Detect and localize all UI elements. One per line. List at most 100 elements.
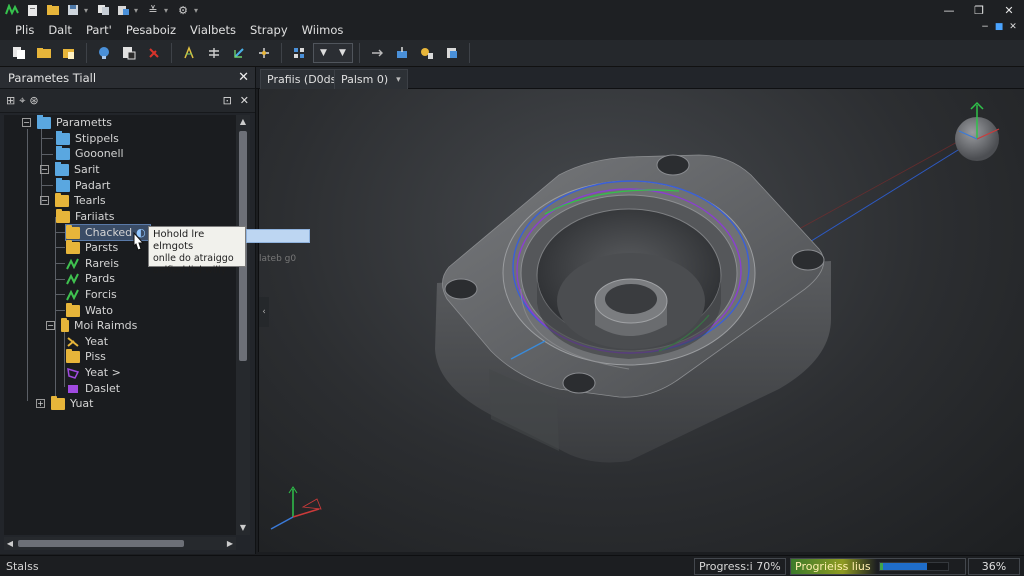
progress-panel: Progrieiss lius <box>790 558 966 575</box>
tree-item[interactable]: Wato <box>66 302 113 318</box>
tree-item[interactable]: Parsts <box>66 239 118 255</box>
scrollbar-thumb[interactable] <box>18 540 184 547</box>
open-icon[interactable] <box>33 42 55 64</box>
axis-tool-icon[interactable] <box>228 42 250 64</box>
cut-icon[interactable] <box>143 42 165 64</box>
menu-item-windows[interactable]: Wiimos <box>295 23 351 37</box>
layers-icon[interactable]: ⊛ <box>29 94 38 108</box>
tree-item-label: Forcis <box>85 288 117 301</box>
collapse-icon[interactable]: − <box>46 321 55 330</box>
new-file-icon[interactable] <box>24 2 42 18</box>
toolbar-separator <box>86 43 87 63</box>
tree-item[interactable]: Gooonell <box>56 145 124 161</box>
pin-icon[interactable]: ⊡ <box>223 94 232 107</box>
document-window-controls: − ■ ✕ <box>980 22 1018 32</box>
doc-restore-icon[interactable]: ■ <box>994 22 1004 32</box>
collapse-icon[interactable]: − <box>40 196 49 205</box>
tree-item[interactable]: Stippels <box>56 130 119 146</box>
doc-minimize-icon[interactable]: − <box>980 22 990 32</box>
blue-sphere-icon[interactable] <box>93 42 115 64</box>
restore-icon[interactable]: ❐ <box>964 0 994 20</box>
tree-item[interactable]: Forcis <box>66 287 117 302</box>
tree-connector <box>55 294 65 295</box>
scroll-down-icon[interactable]: ▼ <box>236 521 250 535</box>
tree-item[interactable]: + Yuat <box>36 395 93 411</box>
menu-item-edit[interactable]: Dalt <box>41 23 79 37</box>
collapse-icon[interactable]: − <box>40 165 49 174</box>
minimize-icon[interactable]: — <box>934 0 964 20</box>
view-gizmo[interactable] <box>955 101 1000 161</box>
simulate-icon[interactable] <box>441 42 463 64</box>
tree-item[interactable]: Rareis <box>66 256 119 271</box>
tree-item[interactable]: Yeat <box>66 334 108 349</box>
chevron-down-icon[interactable]: ▾ <box>194 6 202 15</box>
tree-item[interactable]: − Sarit <box>40 161 100 177</box>
close-icon[interactable]: ✕ <box>238 70 249 85</box>
axis-triad <box>270 486 322 530</box>
menu-item-visuals[interactable]: Vialbets <box>183 23 243 37</box>
settings-icon[interactable]: ⚙ <box>174 2 192 18</box>
folder-icon <box>37 115 51 129</box>
status-text: Stalss <box>6 559 39 573</box>
expand-tree-icon[interactable]: ⊞ <box>6 94 15 108</box>
tool-library-icon[interactable] <box>416 42 438 64</box>
3d-viewport[interactable]: ‹ lateb g0 <box>258 89 1024 552</box>
shape-icon <box>68 384 78 393</box>
arrow-tool-icon[interactable] <box>366 42 388 64</box>
title-bar: ▾ ▾ ≚ ▾ ⚙ ▾ — ❐ ✕ <box>0 0 1024 20</box>
menu-item-strategy[interactable]: Strapy <box>243 23 295 37</box>
filter-icon[interactable]: ⌖ <box>19 94 25 108</box>
tree-vertical-scrollbar[interactable]: ▲ ▼ <box>236 115 250 535</box>
tree-item[interactable]: Pards <box>66 271 115 286</box>
tree-item[interactable]: Yeat > <box>66 365 121 380</box>
tree-item-label: Moi Raimds <box>74 319 138 332</box>
paste-icon[interactable] <box>114 2 132 18</box>
tree-connector <box>55 232 65 233</box>
close-icon[interactable]: ✕ <box>240 94 249 107</box>
scroll-left-icon[interactable]: ◀ <box>4 537 16 550</box>
inline-edit-field[interactable] <box>246 229 310 243</box>
scroll-up-icon[interactable]: ▲ <box>236 115 250 129</box>
view-mode-dropdown[interactable]: ▼ ▼ <box>313 43 353 63</box>
save-icon[interactable] <box>64 2 82 18</box>
tree-item[interactable]: Fariiats <box>56 208 114 224</box>
chevron-down-icon[interactable]: ▾ <box>396 75 401 85</box>
tree-item[interactable]: − Tearls <box>40 192 106 208</box>
tree-item[interactable]: Daslet <box>66 381 120 396</box>
copy-icon[interactable] <box>94 2 112 18</box>
tree-connector <box>27 129 28 401</box>
tree-item[interactable]: Piss <box>66 348 106 364</box>
align-icon[interactable]: ≚ <box>144 2 162 18</box>
tree-item-label: Chacked <box>85 226 133 239</box>
open-recent-icon[interactable] <box>58 42 80 64</box>
folder-icon <box>66 348 80 363</box>
grid-view-icon[interactable] <box>288 42 310 64</box>
tree-item[interactable]: Padart <box>56 177 110 193</box>
collapse-icon[interactable]: − <box>22 118 31 127</box>
split-tool-icon[interactable] <box>203 42 225 64</box>
close-icon[interactable]: ✕ <box>994 0 1024 20</box>
folder-icon <box>66 302 80 317</box>
sketch-tool-icon[interactable] <box>178 42 200 64</box>
tree-item-root[interactable]: − Parametts <box>22 115 112 130</box>
import-icon[interactable] <box>391 42 413 64</box>
chevron-down-icon[interactable]: ▾ <box>164 6 172 15</box>
doc-close-icon[interactable]: ✕ <box>1008 22 1018 32</box>
tree-item[interactable]: − Moi Raimds <box>46 317 138 333</box>
chevron-down-icon[interactable]: ▾ <box>84 6 92 15</box>
clipboard-icon[interactable] <box>118 42 140 64</box>
menu-item-file[interactable]: Plis <box>8 23 41 37</box>
chevron-down-icon[interactable]: ▾ <box>134 6 142 15</box>
menu-item-part[interactable]: Part' <box>79 23 119 37</box>
app-logo-icon[interactable] <box>4 2 22 18</box>
transform-tool-icon[interactable] <box>253 42 275 64</box>
tree-horizontal-scrollbar[interactable]: ◀ ▶ <box>4 537 236 550</box>
scroll-right-icon[interactable]: ▶ <box>224 537 236 550</box>
menu-item-processes[interactable]: Pesaboiz <box>119 23 183 37</box>
tree-item-label: Rareis <box>85 257 119 270</box>
progress-bar-fill <box>879 563 928 570</box>
tab-palsm[interactable]: Palsm 0) ▾ <box>334 69 408 89</box>
expand-icon[interactable]: + <box>36 399 45 408</box>
new-document-icon[interactable] <box>8 42 30 64</box>
open-folder-icon[interactable] <box>44 2 62 18</box>
